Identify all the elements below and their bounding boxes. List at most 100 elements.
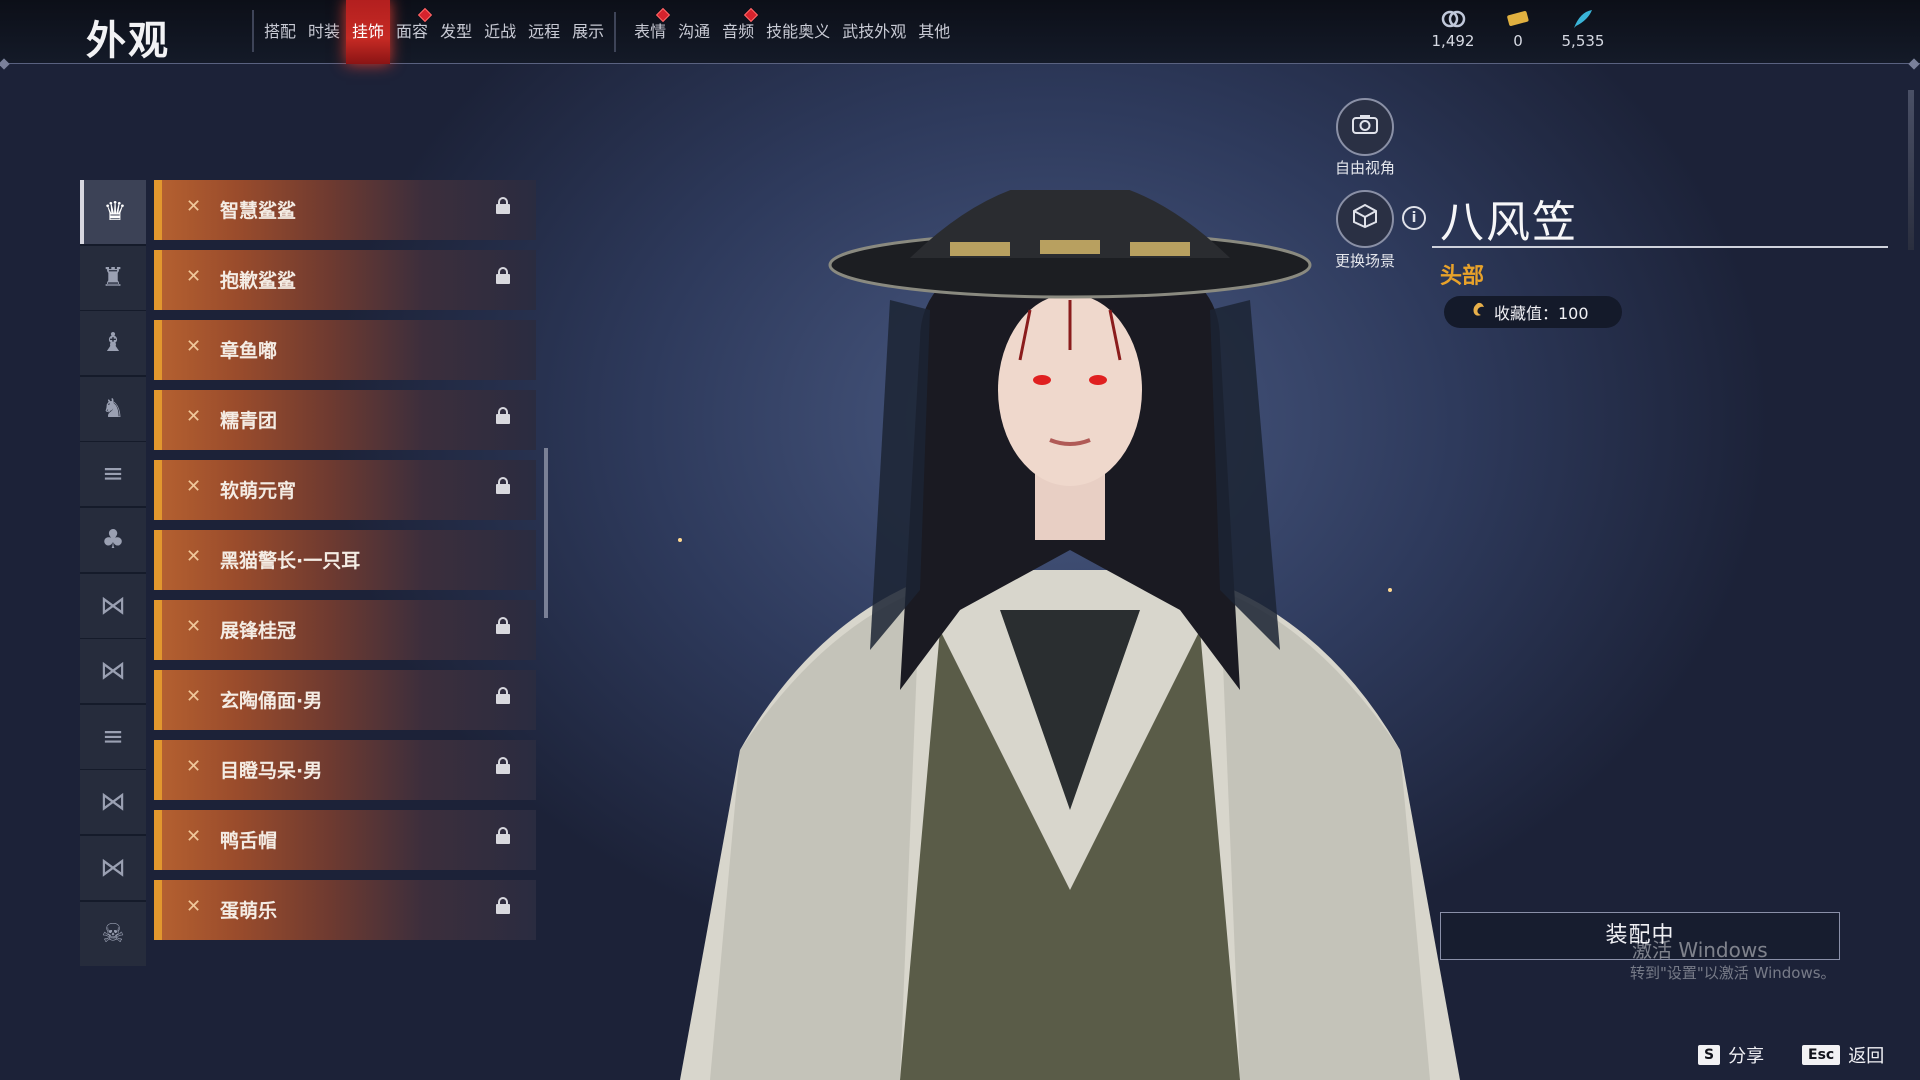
item-name: 软萌元宵 [220,480,297,502]
list-item[interactable]: ✕ 抱歉鲨鲨 [154,250,536,310]
tab-divider [614,12,624,52]
category-tab-8[interactable]: ≡ [80,704,146,769]
item-name: 黑猫警长·一只耳 [220,550,361,572]
shoulder-icon: ≡ [102,459,124,490]
tab-9[interactable]: 沟通 [672,0,716,64]
category-tab-5[interactable]: ♣ [80,507,146,572]
ticket-icon [1505,8,1531,32]
accessory-list: ✕ 智慧鲨鲨 ✕ 抱歉鲨鲨 ✕ 章鱼嘟 ✕ 糯青团 ✕ 软萌元宵 ✕ 黑猫警长·一只耳 ✕ 展锋桂冠 ✕ 玄陶… [154,180,546,960]
notification-badge-icon [744,7,759,23]
item-name: 抱歉鲨鲨 [220,270,297,292]
accessory-type-icon: ✕ [186,826,202,847]
list-item[interactable]: ✕ 黑猫警长·一只耳 [154,530,536,590]
title-underline [1432,246,1888,248]
ribbon-icon: ⋈ [100,787,126,818]
list-item[interactable]: ✕ 展锋桂冠 [154,600,536,660]
tab-2[interactable]: 挂饰 [346,0,391,64]
camera-icon [1351,113,1379,141]
character-model[interactable] [620,190,1520,1080]
accessory-type-icon: ✕ [186,476,202,497]
waist-icon: ⋈ [100,656,126,687]
tab-13[interactable]: 其他 [912,0,956,64]
currency-feather: 5,535 [1548,8,1618,50]
hairpin-icon: ♝ [101,328,125,359]
item-name: 玄陶俑面·男 [220,690,323,712]
tab-4[interactable]: 发型 [434,0,478,64]
category-tab-7[interactable]: ⋈ [80,639,146,704]
category-tab-1[interactable]: ♜ [80,245,146,310]
scene-cube-icon [1352,203,1378,235]
item-name: 展锋桂冠 [220,620,297,642]
list-item[interactable]: ✕ 糯青团 [154,390,536,450]
tab-1[interactable]: 时装 [302,0,346,64]
lock-icon [496,197,510,214]
head-ornament-icon: ♛ [103,197,127,227]
windows-activation-hint: 转到"设置"以激活 Windows。 [1630,964,1836,982]
page-title: 外观 [86,18,170,64]
change-scene-button[interactable] [1336,190,1394,248]
category-sidebar: ♛ ♜ ♝ ♞ ≡ ♣ ⋈ ⋈ ≡ ⋈ ⋈ ☠ [80,180,146,966]
currency-value: 0 [1513,32,1523,50]
feather-icon [1570,8,1596,32]
category-tab-9[interactable]: ⋈ [80,770,146,835]
currency-coin: 1,492 [1418,8,1488,50]
notification-badge-icon [656,7,671,23]
tab-10[interactable]: 音频 [716,0,760,64]
list-item[interactable]: ✕ 软萌元宵 [154,460,536,520]
accessory-type-icon: ✕ [186,616,202,637]
accessory-type-icon: ✕ [186,546,202,567]
item-slot: 头部 [1440,264,1485,289]
currency-value: 5,535 [1561,32,1605,50]
tab-5[interactable]: 近战 [478,0,522,64]
collection-icon [1470,301,1486,323]
change-scene-label: 更换场景 [1334,252,1395,270]
accessory-type-icon: ✕ [186,266,202,287]
category-tab-2[interactable]: ♝ [80,311,146,376]
side-decoration [1908,90,1914,250]
lock-icon [496,897,510,914]
item-name: 章鱼嘟 [220,340,278,362]
figure-icon: ♞ [101,393,125,424]
category-tab-11[interactable]: ☠ [80,901,146,966]
list-scrollbar[interactable] [544,448,548,618]
tab-3[interactable]: 面容 [390,0,434,64]
category-tab-0[interactable]: ♛ [80,180,146,244]
top-bar: 外观 搭配 时装 挂饰 面容 发型 近战 远程 展示 表情 沟通 音频 技能奥义 武技外观 其他 1,49… [0,0,1920,64]
free-view-button[interactable] [1336,98,1394,156]
lock-icon [496,407,510,424]
info-icon[interactable]: i [1402,206,1426,230]
tab-0[interactable]: 搭配 [258,0,302,64]
share-hint[interactable]: S 分享 [1698,1042,1764,1068]
item-name: 糯青团 [220,410,278,432]
list-item[interactable]: ✕ 章鱼嘟 [154,320,536,380]
tab-7[interactable]: 展示 [566,0,610,64]
category-tab-6[interactable]: ⋈ [80,573,146,638]
lock-icon [496,827,510,844]
list-item[interactable]: ✕ 蛋萌乐 [154,880,536,940]
lock-icon [496,757,510,774]
tab-divider [252,10,254,52]
accessory-type-icon: ✕ [186,686,202,707]
tab-8[interactable]: 表情 [628,0,672,64]
lock-icon [496,687,510,704]
tab-6[interactable]: 远程 [522,0,566,64]
back-hint[interactable]: Esc 返回 [1802,1042,1884,1068]
coin-icon [1440,8,1466,32]
cloak-icon: ♣ [101,524,125,555]
currency-ticket: 0 [1483,8,1553,50]
accessory-type-icon: ✕ [186,196,202,217]
free-view-label: 自由视角 [1334,159,1395,177]
category-tab-10[interactable]: ⋈ [80,835,146,900]
hint-label: 分享 [1728,1046,1765,1067]
category-tab-3[interactable]: ♞ [80,376,146,441]
key-cap: Esc [1802,1045,1841,1065]
list-item[interactable]: ✕ 目瞪马呆·男 [154,740,536,800]
category-tab-4[interactable]: ≡ [80,442,146,507]
list-item[interactable]: ✕ 智慧鲨鲨 [154,180,536,240]
tab-11[interactable]: 技能奥义 [760,0,836,64]
tab-12[interactable]: 武技外观 [836,0,912,64]
notification-badge-icon [417,7,433,23]
list-item[interactable]: ✕ 玄陶俑面·男 [154,670,536,730]
collection-value: 收藏值：100 [1494,304,1589,323]
list-item[interactable]: ✕ 鸭舌帽 [154,810,536,870]
